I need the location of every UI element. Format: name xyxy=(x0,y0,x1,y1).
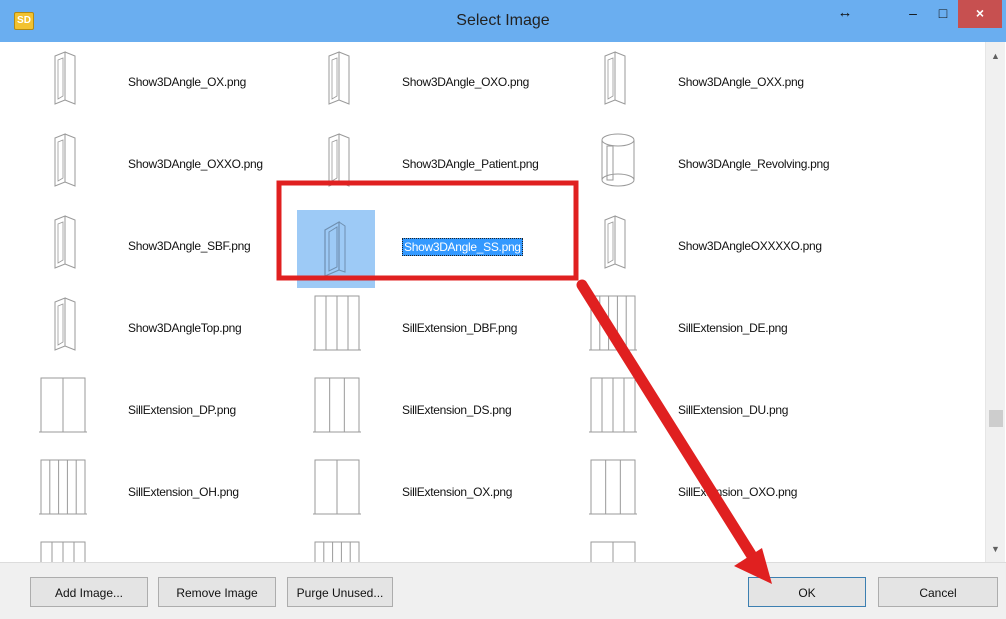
sill-extension-oxxxxo-icon[interactable] xyxy=(583,534,653,562)
image-filename[interactable]: Show3DAngle_OXO.png xyxy=(402,42,587,122)
scroll-thumb[interactable] xyxy=(989,410,1003,427)
dialog-footer: Add Image... Remove Image Purge Unused..… xyxy=(0,562,1006,619)
image-filename[interactable]: SillExtension_OXXO.png xyxy=(402,534,587,562)
image-grid[interactable]: Show3DAngle_OX.png Show3DAngle_OXO.png Sho… xyxy=(5,42,985,562)
image-filename[interactable]: Show3DAngle_OXXO.png xyxy=(128,124,313,204)
sill-extension-ox-icon[interactable] xyxy=(307,452,377,522)
door-3d-oxxo-icon[interactable] xyxy=(33,124,103,194)
image-item[interactable]: SillExtension_DP.png xyxy=(33,370,313,450)
image-filename[interactable]: Show3DAngle_SS.png xyxy=(402,238,523,256)
minimize-button[interactable]: – xyxy=(898,0,928,28)
image-item[interactable]: Show3DAngle_SBF.png xyxy=(33,206,313,286)
image-item[interactable]: SillExtension_OH.png xyxy=(33,452,313,532)
image-item[interactable]: Show3DAngleOXXXXO.png xyxy=(583,206,863,286)
image-item[interactable]: SillExtension_DS.png xyxy=(307,370,587,450)
image-item[interactable]: Show3DAngle_OX.png xyxy=(33,42,313,122)
remove-image-button[interactable]: Remove Image xyxy=(158,577,276,607)
image-item[interactable]: SillExtension_OXXXXO.png xyxy=(583,534,863,562)
image-item[interactable]: Show3DAngle_SS.png xyxy=(297,206,587,288)
image-filename[interactable]: Show3DAngle_OX.png xyxy=(128,42,313,122)
scroll-down-arrow[interactable]: ▼ xyxy=(986,541,1005,558)
vertical-scrollbar[interactable]: ▲ ▼ xyxy=(985,42,1005,562)
image-filename[interactable]: SillExtension_DS.png xyxy=(402,370,587,450)
image-item[interactable]: Show3DAngle_OXXO.png xyxy=(33,124,313,204)
sill-extension-ds-icon[interactable] xyxy=(307,370,377,440)
image-item[interactable]: SillExtension_OX.png xyxy=(307,452,587,532)
cancel-button[interactable]: Cancel xyxy=(878,577,998,607)
sill-extension-dp-icon[interactable] xyxy=(33,370,103,440)
ok-button[interactable]: OK xyxy=(748,577,866,607)
sill-extension-du-icon[interactable] xyxy=(583,370,653,440)
door-3d-patient-icon[interactable] xyxy=(307,124,377,194)
image-filename[interactable]: SillExtension_DU.png xyxy=(678,370,863,450)
image-filename[interactable]: SillExtension_DE.png xyxy=(678,288,863,368)
image-item[interactable]: Show3DAngle_OXO.png xyxy=(307,42,587,122)
image-item[interactable]: SillExtension_DE.png xyxy=(583,288,863,368)
image-filename[interactable]: Show3DAngle_Revolving.png xyxy=(678,124,863,204)
image-item[interactable]: SillExtension_OXO.png xyxy=(583,452,863,532)
sill-extension-de-icon[interactable] xyxy=(583,288,653,358)
add-image-button[interactable]: Add Image... xyxy=(30,577,148,607)
purge-unused-button[interactable]: Purge Unused... xyxy=(287,577,393,607)
image-filename[interactable]: SillExtension_OX.png xyxy=(402,452,587,532)
image-item[interactable]: SillExtension_DBF.png xyxy=(307,288,587,368)
image-filename[interactable]: SillExtension_DP.png xyxy=(128,370,313,450)
image-filename[interactable]: Show3DAngleTop.png xyxy=(128,288,313,368)
image-filename[interactable]: Show3DAngle_SBF.png xyxy=(128,206,313,286)
image-item[interactable]: Show3DAngle_OXX.png xyxy=(583,42,863,122)
image-filename[interactable]: SillExtension_OH.png xyxy=(128,452,313,532)
image-filename[interactable]: SillExtension_DBF.png xyxy=(402,288,587,368)
sill-extension-oh-icon[interactable] xyxy=(33,452,103,522)
image-item[interactable]: SillExtension_OXX.png xyxy=(33,534,313,562)
image-filename[interactable]: Show3DAngleOXXXXO.png xyxy=(678,206,863,286)
image-item[interactable]: SillExtension_OXXO.png xyxy=(307,534,587,562)
image-filename[interactable]: SillExtension_OXO.png xyxy=(678,452,863,532)
sill-extension-dbf-icon[interactable] xyxy=(307,288,377,358)
door-3d-ss-icon[interactable] xyxy=(297,210,375,288)
maximize-button[interactable]: □ xyxy=(928,0,958,28)
image-filename[interactable]: SillExtension_OXX.png xyxy=(128,534,313,562)
door-3d-revolving-icon[interactable] xyxy=(583,124,653,194)
door-3d-oxx-icon[interactable] xyxy=(583,42,653,112)
image-filename[interactable]: SillExtension_OXXXXO.png xyxy=(678,534,863,562)
close-button[interactable]: × xyxy=(958,0,1002,28)
door-3d-sbf-icon[interactable] xyxy=(33,206,103,276)
title-bar[interactable]: SD Select Image ↔ – □ × xyxy=(0,0,1006,42)
door-3d-top-icon[interactable] xyxy=(33,288,103,358)
image-item[interactable]: Show3DAngle_Revolving.png xyxy=(583,124,863,204)
sill-extension-oxx-icon[interactable] xyxy=(33,534,103,562)
sill-extension-oxo-icon[interactable] xyxy=(583,452,653,522)
image-item[interactable]: Show3DAngle_Patient.png xyxy=(307,124,587,204)
image-item[interactable]: Show3DAngleTop.png xyxy=(33,288,313,368)
door-3d-ox-icon[interactable] xyxy=(33,42,103,112)
scroll-up-arrow[interactable]: ▲ xyxy=(986,48,1005,65)
door-3d-oxxxxo-icon[interactable] xyxy=(583,206,653,276)
door-3d-oxo-icon[interactable] xyxy=(307,42,377,112)
image-filename[interactable]: Show3DAngle_Patient.png xyxy=(402,124,587,204)
resize-icon[interactable]: ↔ xyxy=(833,0,857,28)
image-filename[interactable]: Show3DAngle_OXX.png xyxy=(678,42,863,122)
image-item[interactable]: SillExtension_DU.png xyxy=(583,370,863,450)
sill-extension-oxxo-icon[interactable] xyxy=(307,534,377,562)
